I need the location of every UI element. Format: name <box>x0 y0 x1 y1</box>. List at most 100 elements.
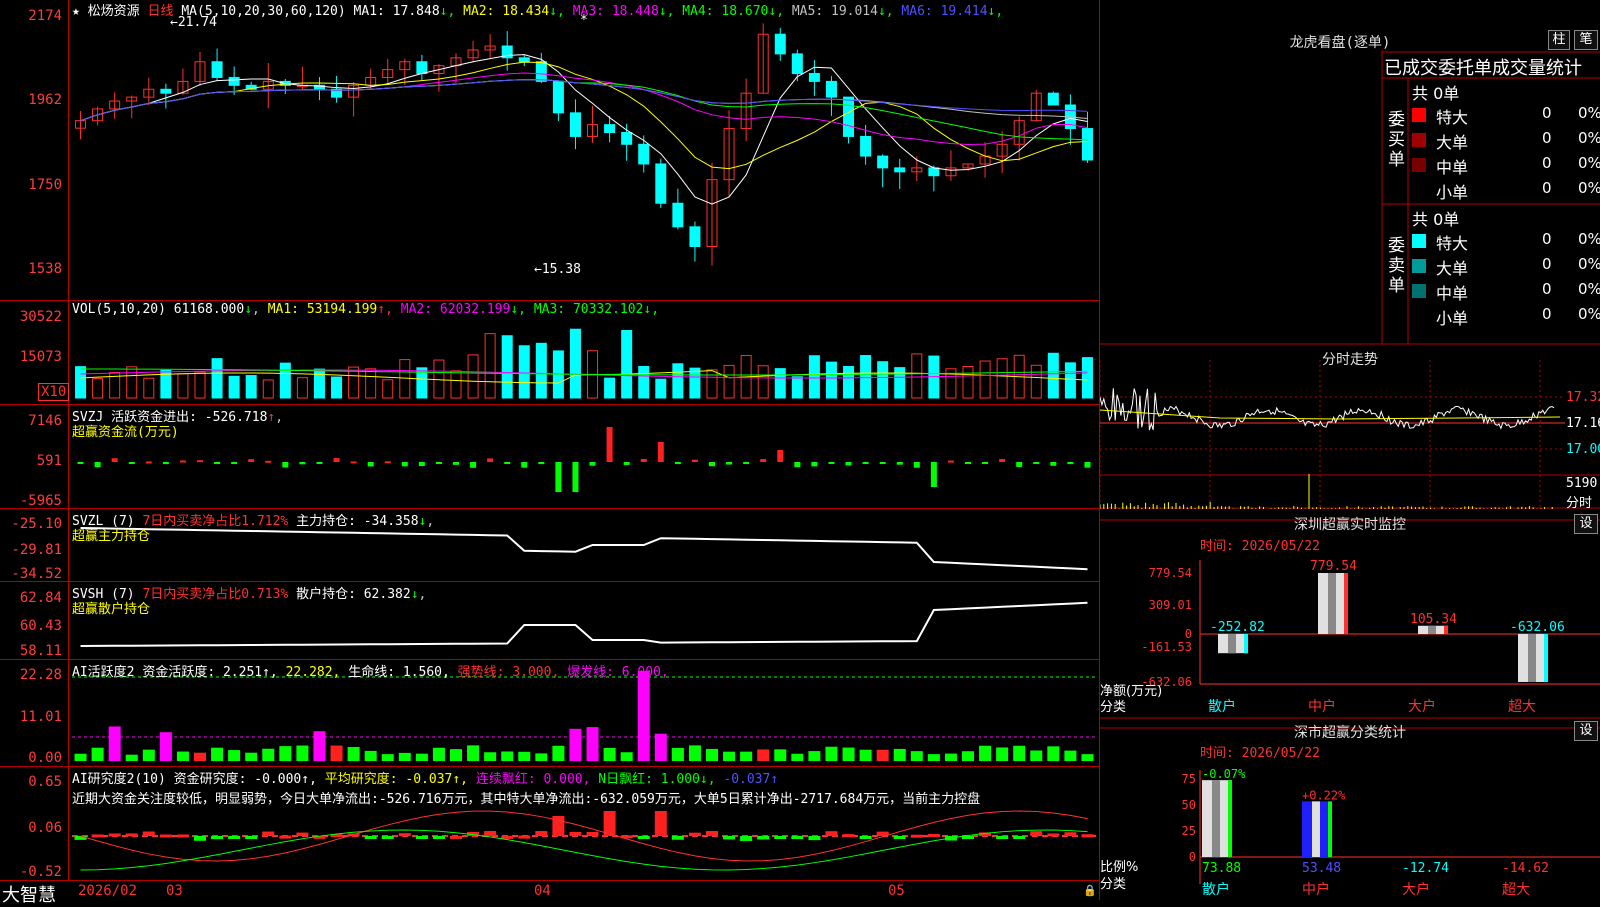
order-pct: 0% <box>1578 179 1600 197</box>
activity-bar <box>996 747 1009 761</box>
lhb-tabs[interactable]: 已成交委托单成交量统计 <box>1384 54 1600 80</box>
lock-icon[interactable]: 🔒 <box>1083 884 1097 897</box>
research-bar <box>671 836 684 840</box>
volume-bar <box>245 375 257 399</box>
volume-bar <box>860 355 872 399</box>
research-bar <box>74 836 87 840</box>
sz-class-value: -14.62 <box>1502 861 1549 876</box>
legend-swatch <box>1412 259 1426 273</box>
ai-active-item-4: 爆发线: 6.000, <box>559 665 669 680</box>
candle-body <box>672 202 684 228</box>
activity-bar <box>910 751 923 761</box>
research-bar <box>569 831 582 836</box>
sz-class-value: -12.74 <box>1402 861 1449 876</box>
fund-flow-bar <box>504 462 511 464</box>
main-position-line <box>80 527 1088 571</box>
research-bar <box>484 831 497 836</box>
fund-flow-bar <box>999 458 1006 462</box>
sz-class-value: 73.88 <box>1202 861 1241 876</box>
sz-monitor-settings-button[interactable]: 设 <box>1574 514 1598 534</box>
sz-class-category: 超大 <box>1502 882 1530 898</box>
fund-flow-bar <box>589 462 596 466</box>
volume-bar <box>211 358 223 399</box>
volume-bar <box>313 368 325 399</box>
vol-ma-arrow-0: ↑, <box>377 302 401 317</box>
candle-body <box>211 61 223 78</box>
activity-bar <box>979 745 992 761</box>
activity-bar <box>1013 745 1026 761</box>
activity-bar <box>876 749 889 761</box>
research-bar <box>364 836 377 839</box>
activity-bar <box>569 728 582 761</box>
left-chart-area[interactable]: ★ 松炀资源 日线 MA(5,10,20,30,60,120) MA1: 17.… <box>0 0 1100 906</box>
activity-bar <box>1030 750 1043 761</box>
research-bar <box>996 836 1009 839</box>
bar-mode-button[interactable]: 柱 <box>1548 30 1570 50</box>
ma-value-5: MA6: 19.414 <box>893 4 988 19</box>
activity-bar <box>313 731 326 761</box>
intraday-avg-line <box>1100 409 1561 420</box>
stock-name[interactable]: 松炀资源 <box>88 4 140 19</box>
research-bar <box>108 833 121 837</box>
x-label-3: 05 <box>888 883 905 899</box>
tick-mode-button[interactable]: 笔 <box>1574 30 1598 50</box>
activity-bar <box>176 751 189 761</box>
fund-flow-bar <box>794 462 801 468</box>
candle-body <box>160 88 172 94</box>
sz-class-category: 中户 <box>1302 881 1330 898</box>
order-pct: 0% <box>1578 104 1600 122</box>
research-bar <box>859 836 872 839</box>
legend-swatch <box>1412 108 1426 122</box>
right-panel: 779.54 309.01 0 -161.53 -632.06 -252.82 散户 779.… <box>1100 0 1600 900</box>
sz-class-change: -0.07% <box>1202 767 1246 781</box>
candle-body <box>638 143 650 165</box>
volume-bar <box>757 365 769 399</box>
order-count: 0 <box>1542 154 1552 172</box>
sz-class-bar-edge <box>1228 780 1232 857</box>
volume-bar <box>228 375 240 399</box>
candle-body <box>894 167 906 173</box>
volume-bar <box>279 362 291 399</box>
fund-flow-bar <box>521 462 528 468</box>
high-mark-label: ←21.74 <box>170 15 217 30</box>
fund-flow-bar <box>965 462 971 464</box>
ai-research-item-3: N日飘红: 1.000↓, <box>590 772 716 787</box>
activity-bar <box>398 752 411 761</box>
fund-flow-bar <box>743 462 750 464</box>
activity-bar <box>927 754 940 761</box>
y-label-svzl-1: -29.81 <box>11 542 62 558</box>
order-type-name: 小单 <box>1436 183 1469 202</box>
star-icon[interactable]: ★ <box>72 4 80 19</box>
vol-ma-value-1: MA2: 62032.199 <box>400 302 511 317</box>
fund-flow-bar <box>470 462 477 468</box>
sz-monitor-bar-shade <box>1528 634 1536 682</box>
volume-bar <box>569 328 581 399</box>
chart-canvas[interactable] <box>0 0 1100 900</box>
activity-bar <box>159 732 172 761</box>
ai-research-panel-header: AI研究度2(10) 资金研究度: -0.000↑, 平均研究度: -0.037… <box>72 772 779 787</box>
order-count: 0 <box>1542 255 1552 273</box>
activity-bar <box>262 748 275 761</box>
ai-active-item-1: 22.282, <box>277 665 341 680</box>
fund-flow-bar <box>197 460 203 463</box>
ai-research-comment: 近期大资金关注度较低，明显弱势，今日大单净流出:-526.716万元，其中特大单… <box>72 792 981 807</box>
y-label-ai-active-1: 11.01 <box>19 709 62 725</box>
activity-bar <box>893 748 906 761</box>
sz-class-y-label: 25 <box>1182 824 1196 838</box>
fund-flow-bar <box>401 462 408 467</box>
sz-class-title: 深市超赢分类统计 <box>1294 725 1406 741</box>
volume-bar <box>535 342 547 399</box>
volume-bar <box>791 376 803 399</box>
ma-values: MA1: 17.848↓, MA2: 18.434↓, MA3: 18.448↓… <box>354 4 1004 19</box>
y-label-ai-research-1: 0.06 <box>28 820 62 836</box>
candle-body <box>1081 128 1093 161</box>
low-mark-label: ←15.38 <box>534 262 581 277</box>
order-pct: 0% <box>1578 230 1600 248</box>
y-label-svzj-1: 591 <box>36 453 62 469</box>
sz-class-settings-button[interactable]: 设 <box>1574 721 1598 741</box>
retail-position-line <box>80 601 1088 647</box>
sz-monitor-category: 大户 <box>1408 698 1436 715</box>
fund-flow-bar <box>606 427 613 462</box>
research-bar <box>706 831 718 836</box>
fund-flow-bar <box>777 450 784 462</box>
